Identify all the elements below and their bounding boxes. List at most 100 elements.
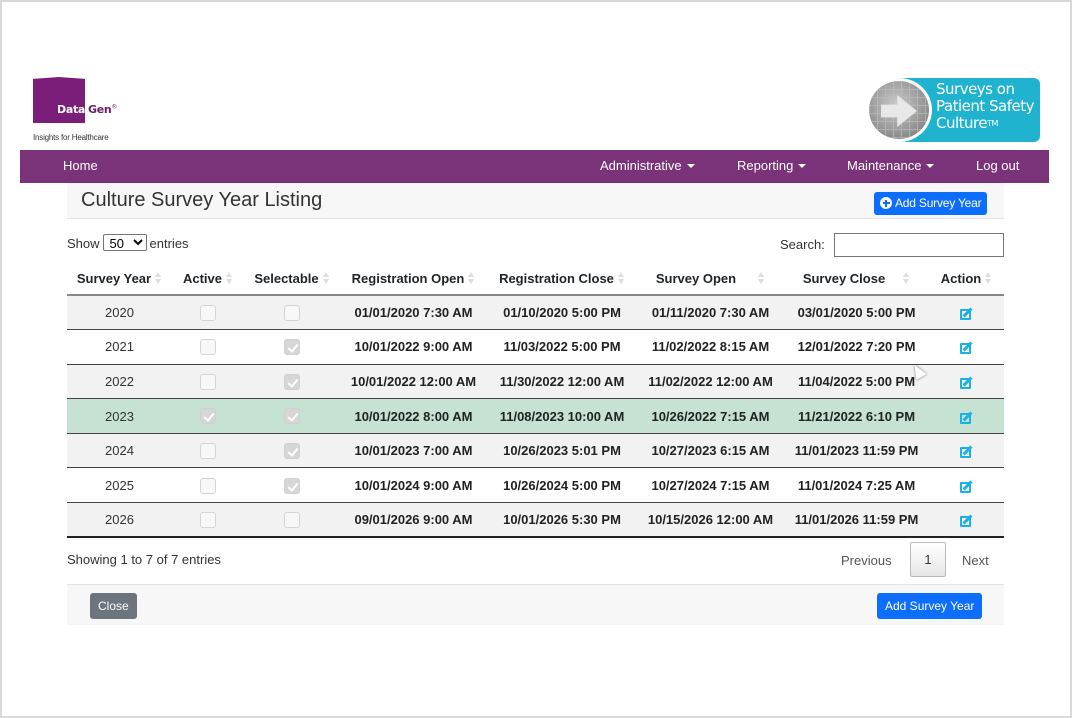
cell-survey-year: 2022: [67, 364, 172, 400]
table-row[interactable]: 2022 10/01/2022 12:00 AM 11/30/2022 12:00 …: [67, 364, 1004, 400]
next-page-button[interactable]: Next: [962, 553, 989, 568]
page-length-select[interactable]: 50: [102, 234, 147, 251]
add-survey-year-button-top[interactable]: Add Survey Year: [874, 192, 988, 215]
close-button[interactable]: Close: [90, 593, 137, 619]
cell-registration-open: 10/01/2022 8:00 AM: [340, 398, 487, 434]
sort-icon: [226, 271, 233, 284]
selectable-checkbox: [284, 304, 300, 321]
edit-icon[interactable]: [960, 341, 973, 355]
search-input[interactable]: [834, 233, 1004, 257]
table-row[interactable]: 2021 10/01/2022 9:00 AM 11/03/2022 5:00 PM…: [67, 329, 1004, 365]
card-footer: Close Add Survey Year: [67, 584, 1004, 625]
cell-survey-close: 11/01/2024 7:25 AM: [784, 467, 929, 504]
table-row[interactable]: 2023 10/01/2022 8:00 AM 11/08/2023 10:00 A…: [67, 398, 1004, 434]
add-survey-year-button-bottom[interactable]: Add Survey Year: [877, 593, 983, 619]
selectable-checkbox: [284, 511, 300, 528]
cell-survey-year: 2020: [67, 295, 172, 331]
col-registration-open[interactable]: Registration Open: [340, 262, 487, 296]
cell-action: [929, 467, 1004, 504]
table-info: Showing 1 to 7 of 7 entries: [67, 552, 221, 567]
col-survey-close[interactable]: Survey Close: [784, 262, 929, 296]
add-survey-year-label: Add Survey Year: [895, 196, 982, 210]
col-survey-year[interactable]: Survey Year: [67, 262, 172, 296]
caret-down-icon: [798, 164, 807, 168]
col-label: Survey Open: [655, 270, 737, 286]
table-row[interactable]: 2026 09/01/2026 9:00 AM 10/01/2026 5:30 PM…: [67, 502, 1004, 539]
col-label: Registration Open: [351, 270, 465, 286]
cell-survey-open: 01/11/2020 7:30 AM: [637, 295, 784, 331]
cell-action: [929, 329, 1004, 365]
cell-survey-close: 11/01/2023 11:59 PM: [784, 433, 929, 469]
col-registration-close[interactable]: Registration Close: [487, 262, 637, 296]
cell-survey-year: 2023: [67, 398, 172, 434]
cell-action: [929, 433, 1004, 469]
cell-survey-close: 03/01/2020 5:00 PM: [784, 295, 929, 331]
cell-registration-open: 01/01/2020 7:30 AM: [340, 295, 487, 331]
col-label: Registration Close: [499, 270, 614, 286]
cell-survey-open: 10/15/2026 12:00 AM: [637, 502, 784, 539]
search-label: Search:: [780, 237, 825, 252]
cell-active: [172, 364, 244, 400]
cell-registration-close: 11/03/2022 5:00 PM: [487, 329, 637, 365]
entries-label: entries: [149, 236, 189, 251]
active-checkbox: [200, 477, 216, 494]
nav-logout[interactable]: Log out: [976, 158, 1019, 173]
selectable-checkbox: [284, 408, 300, 425]
nav-reporting[interactable]: Reporting: [737, 158, 807, 173]
cell-registration-open: 10/01/2022 9:00 AM: [340, 329, 487, 365]
logo-word-gen: Gen®: [88, 103, 117, 116]
nav-administrative-label: Administrative: [600, 158, 682, 173]
cell-survey-year: 2025: [67, 467, 172, 504]
cell-survey-open: 10/27/2023 6:15 AM: [637, 433, 784, 469]
sort-icon: [758, 271, 765, 284]
sort-icon: [322, 271, 330, 284]
cell-registration-open: 10/01/2023 7:00 AM: [340, 433, 487, 469]
nav-home[interactable]: Home: [63, 158, 98, 173]
cell-registration-open: 09/01/2026 9:00 AM: [340, 502, 487, 539]
caret-down-icon: [686, 164, 695, 168]
cell-survey-close: 11/01/2026 11:59 PM: [784, 502, 929, 539]
edit-icon[interactable]: [960, 307, 973, 321]
nav-maintenance[interactable]: Maintenance: [847, 158, 935, 173]
cell-survey-close: 11/04/2022 5:00 PM: [784, 364, 929, 400]
cell-action: [929, 364, 1004, 400]
col-active[interactable]: Active: [172, 262, 244, 296]
active-checkbox: [200, 442, 216, 459]
logo-reg-mark: ®: [111, 103, 118, 111]
cell-survey-open: 11/02/2022 8:15 AM: [637, 329, 784, 365]
cell-survey-year: 2021: [67, 329, 172, 365]
edit-icon[interactable]: [960, 376, 973, 390]
cell-active: [172, 398, 244, 434]
col-selectable[interactable]: Selectable: [244, 262, 340, 296]
table-row[interactable]: 2025 10/01/2024 9:00 AM 10/26/2024 5:00 PM…: [67, 467, 1004, 504]
cell-survey-open: 10/26/2022 7:15 AM: [637, 398, 784, 434]
cell-survey-close: 11/21/2022 6:10 PM: [784, 398, 929, 434]
previous-page-button[interactable]: Previous: [841, 553, 892, 568]
nav-administrative[interactable]: Administrative: [600, 158, 695, 173]
edit-icon[interactable]: [960, 480, 973, 493]
active-checkbox: [200, 304, 216, 321]
edit-icon[interactable]: [960, 411, 973, 424]
active-checkbox: [200, 511, 216, 528]
col-survey-open[interactable]: Survey Open: [637, 262, 784, 296]
sort-icon: [617, 271, 625, 284]
cell-selectable: [244, 502, 340, 539]
table-row[interactable]: 2024 10/01/2023 7:00 AM 10/26/2023 5:01 PM…: [67, 433, 1004, 469]
cell-action: [929, 502, 1004, 539]
edit-icon[interactable]: [960, 514, 973, 528]
sops-logo-text: Surveys on Patient Safety CultureTM: [936, 81, 1034, 132]
table-row[interactable]: 2020 01/01/2020 7:30 AM 01/10/2020 5:00 PM…: [67, 295, 1004, 331]
sort-icon: [985, 271, 992, 284]
cell-selectable: [244, 398, 340, 434]
col-action[interactable]: Action: [929, 262, 1004, 296]
page-1-button[interactable]: 1: [910, 542, 946, 577]
cell-registration-close: 10/26/2024 5:00 PM: [487, 467, 637, 504]
table-header-row: Survey Year Active Selectable Registrati…: [67, 262, 1004, 296]
edit-icon[interactable]: [960, 445, 973, 459]
cell-survey-open: 10/27/2024 7:15 AM: [637, 467, 784, 504]
cell-survey-year: 2026: [67, 502, 172, 539]
sort-icon: [903, 271, 910, 284]
cell-survey-close: 12/01/2022 7:20 PM: [784, 329, 929, 365]
cell-selectable: [244, 295, 340, 331]
active-checkbox: [200, 408, 216, 425]
